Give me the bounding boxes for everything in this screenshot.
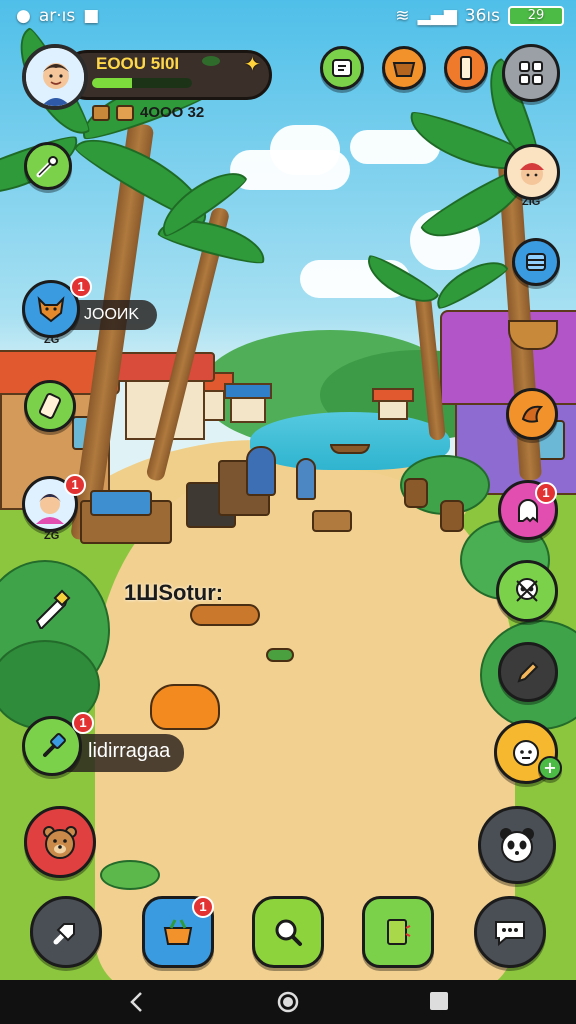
chat-button[interactable] (474, 896, 546, 968)
signal-icon: ▂▄▆ (417, 6, 457, 26)
fox-icon (37, 296, 65, 323)
skull-icon (516, 578, 538, 602)
stool (312, 510, 352, 532)
villager-portrait-top-right[interactable] (504, 144, 560, 200)
back-icon[interactable] (128, 990, 146, 1014)
hut (230, 395, 266, 423)
build-button[interactable] (30, 896, 102, 968)
book-icon (387, 919, 411, 945)
dagger-button[interactable] (28, 582, 78, 632)
hammer-icon (43, 733, 66, 757)
player-avatar[interactable] (22, 44, 88, 110)
cooking-pot-button[interactable] (382, 46, 426, 90)
xp-progress-bar (92, 78, 192, 88)
bird-icon (521, 405, 544, 423)
orange-critter[interactable] (150, 684, 220, 730)
pot-icon (392, 62, 416, 77)
basket (508, 320, 558, 350)
resource-counter[interactable]: 4OOO 32 (92, 104, 204, 121)
chest-icon (92, 104, 110, 121)
chat-bubble-icon (495, 921, 525, 947)
battery-indicator: 29 (508, 6, 564, 26)
xp-progress-fill (92, 78, 132, 88)
villager-level-label: ZG (44, 530, 60, 542)
notification-badge: 1 (192, 896, 214, 918)
player-name: EOOU 5I0I (96, 54, 180, 73)
bird-button[interactable] (506, 388, 558, 440)
scroll-button[interactable] (444, 46, 488, 90)
bush (100, 860, 160, 890)
network-label: 36ıs (464, 6, 500, 26)
notification-badge: 1 (535, 482, 557, 504)
notification-icon: ■ (83, 6, 100, 26)
rowboat (330, 444, 370, 454)
recents-icon[interactable] (428, 990, 450, 1012)
inventory-button[interactable] (362, 896, 434, 968)
panda-icon (500, 828, 534, 863)
leaf-icon (202, 56, 220, 66)
resource-value: 4OOO 32 (140, 104, 205, 121)
system-status-bar: ● ar·ıs ■ ≋ ▂▄▆ 36ıs 29 (0, 0, 576, 34)
map-icon (332, 59, 352, 77)
status-time: ar·ıs (38, 6, 76, 26)
plus-icon: + (543, 758, 557, 777)
system-navigation-bar (0, 980, 576, 1024)
bear-button[interactable] (24, 806, 96, 878)
crate-icon (116, 104, 134, 121)
villager-name: JOOИK (84, 306, 140, 323)
trowel-icon (53, 923, 75, 945)
barrel (440, 500, 464, 532)
villager-level-label: ZG (44, 334, 60, 346)
quest-label: lidirragaa (88, 740, 171, 762)
barrel (404, 478, 428, 508)
villager-avatar-icon (520, 163, 544, 185)
cloud (270, 125, 340, 175)
notification-badge: 1 (72, 712, 94, 734)
floating-reward-text: 1ШSotur: (124, 580, 224, 605)
search-icon (275, 919, 302, 946)
player-profile-panel[interactable]: EOOU 5I0I ✦ (22, 44, 272, 110)
scroll-icon (38, 393, 62, 419)
wifi-icon: ≋ (395, 6, 410, 26)
map-button[interactable] (320, 46, 364, 90)
hut-roof (372, 388, 414, 402)
grid-icon (519, 61, 543, 85)
add-pet-button[interactable]: + (538, 756, 562, 780)
villager-avatar-icon (36, 494, 64, 524)
villager-sitting[interactable] (246, 446, 276, 496)
home-icon[interactable] (276, 990, 300, 1014)
notification-badge: 1 (70, 276, 92, 298)
notification-icon: ● (16, 6, 31, 26)
star-icon[interactable]: ✦ (244, 52, 261, 76)
panda-button[interactable] (478, 806, 556, 884)
skull-button[interactable] (496, 560, 558, 622)
dagger-icon (35, 589, 71, 629)
fallen-fruit (190, 604, 260, 626)
mid-house-roof (115, 352, 215, 382)
villager-level-label: ZIG (522, 196, 541, 208)
bear-icon (43, 826, 77, 859)
fallen-leaf (266, 648, 294, 662)
tool-button[interactable] (24, 142, 72, 190)
produce-crate (90, 490, 152, 516)
search-button[interactable] (252, 896, 324, 968)
box-stack-icon (526, 253, 546, 271)
quest-scroll-button[interactable] (24, 380, 76, 432)
notification-badge: 1 (64, 474, 86, 496)
hut-roof (224, 383, 272, 399)
storage-button[interactable] (512, 238, 560, 286)
child-villager[interactable] (296, 458, 316, 500)
basket-icon (163, 919, 193, 945)
menu-grid-button[interactable] (502, 44, 560, 102)
scroll-icon (460, 56, 472, 80)
wrench-icon (36, 156, 58, 178)
pencil-button[interactable] (498, 642, 558, 702)
pencil-icon (517, 661, 539, 683)
